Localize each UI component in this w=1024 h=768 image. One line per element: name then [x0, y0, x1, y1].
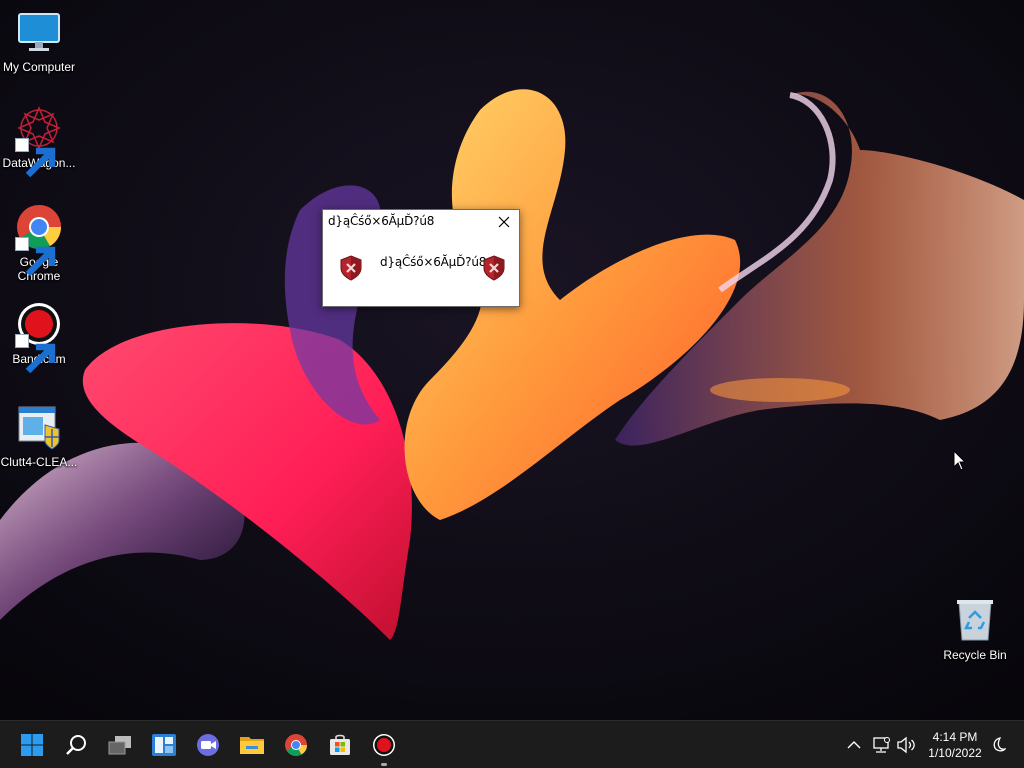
search-button[interactable] — [60, 729, 92, 761]
taskbar: 4:14 PM 1/10/2022 — [0, 720, 1024, 768]
widgets-button[interactable] — [148, 729, 180, 761]
installer-icon — [15, 403, 63, 451]
desktop-icon-label: Recycle Bin — [943, 648, 1007, 662]
desktop-icon-clutt4-cleaner[interactable]: Clutt4-CLEA... — [0, 403, 78, 469]
clock-time: 4:14 PM — [932, 730, 978, 744]
task-view-icon — [108, 736, 131, 755]
shortcut-arrow-icon — [15, 138, 56, 178]
monitor-icon — [15, 8, 63, 56]
shield-error-icon — [339, 255, 363, 281]
chrome-icon — [285, 734, 307, 756]
show-hidden-icons-button[interactable] — [844, 735, 864, 755]
chrome-taskbar-button[interactable] — [280, 729, 312, 761]
desktop-icon-label: Clutt4-CLEA... — [0, 455, 78, 469]
chat-button[interactable] — [192, 729, 224, 761]
desktop-icon-recycle-bin[interactable]: Recycle Bin — [936, 596, 1014, 662]
desktop-icon-bandicam[interactable]: Bandicam — [0, 300, 78, 374]
start-button[interactable] — [16, 729, 48, 761]
widgets-icon — [152, 734, 176, 756]
folder-icon — [240, 737, 264, 754]
desktop-wallpaper — [0, 0, 1024, 720]
chevron-up-icon — [847, 741, 861, 749]
search-icon — [66, 735, 86, 755]
store-button[interactable] — [324, 729, 356, 761]
clock-date: 1/10/2022 — [928, 746, 982, 760]
close-icon — [498, 216, 510, 228]
shortcut-arrow-icon — [15, 237, 56, 277]
file-explorer-button[interactable] — [236, 729, 268, 761]
desktop-icon-google-chrome[interactable]: Google Chrome — [0, 203, 78, 283]
task-view-button[interactable] — [104, 729, 136, 761]
error-dialog[interactable]: d}ąĈśő×6ĂµĎ?ú8 d}ąĈśő×6ĂµĎ?ú8 — [322, 209, 520, 307]
mouse-cursor-icon — [953, 450, 967, 471]
store-icon — [330, 734, 350, 755]
volume-button[interactable] — [896, 735, 916, 755]
desktop-icon-my-computer[interactable]: My Computer — [0, 8, 78, 74]
datawagon-icon — [15, 104, 63, 178]
chrome-icon — [15, 203, 63, 277]
running-indicator — [381, 763, 387, 766]
bandicam-icon — [15, 300, 63, 374]
focus-assist-button[interactable] — [988, 735, 1008, 755]
bandicam-icon — [373, 734, 395, 756]
network-icon — [873, 737, 890, 753]
close-button[interactable] — [491, 211, 517, 233]
moon-icon — [993, 737, 1006, 752]
desktop-icon-label: My Computer — [2, 60, 76, 74]
volume-icon — [897, 736, 915, 754]
shield-error-icon — [482, 255, 506, 281]
dialog-title: d}ąĈśő×6ĂµĎ?ú8 — [328, 214, 435, 228]
shortcut-arrow-icon — [15, 334, 56, 374]
desktop-icon-datawagon[interactable]: DataWagon... — [0, 104, 78, 178]
taskbar-clock[interactable]: 4:14 PM 1/10/2022 — [920, 729, 990, 761]
recycle-bin-icon — [951, 596, 999, 644]
network-button[interactable] — [871, 735, 891, 755]
bandicam-taskbar-button[interactable] — [368, 729, 400, 761]
chat-icon — [197, 734, 219, 756]
dialog-message: d}ąĈśő×6ĂµĎ?ú8 — [380, 255, 487, 269]
windows-logo-icon — [21, 734, 43, 756]
